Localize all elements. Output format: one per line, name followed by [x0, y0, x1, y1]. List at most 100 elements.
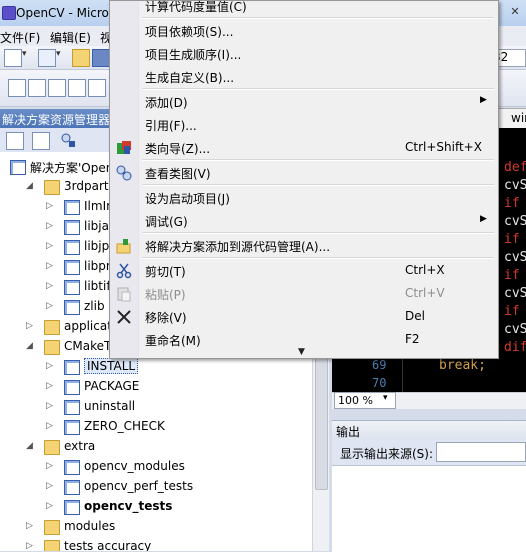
folder-icon: [44, 340, 60, 355]
collapsed-arrow-icon[interactable]: ▷: [46, 221, 53, 231]
tree-node[interactable]: ▷ uninstall: [0, 397, 312, 417]
collapsed-arrow-icon[interactable]: ▷: [46, 401, 53, 411]
context-menu-item-label: 添加(D): [145, 96, 188, 110]
code-line: if c: [504, 232, 526, 247]
context-menu-item[interactable]: 计算代码度量值(C): [110, 0, 498, 17]
paste-icon: [116, 286, 132, 302]
menu-file[interactable]: 文件(F): [0, 29, 40, 46]
context-menu-item-shortcut: F2: [405, 332, 420, 346]
project-icon: [64, 260, 80, 275]
context-menu-item[interactable]: 生成自定义(B)...: [110, 66, 498, 88]
project-icon: [64, 280, 80, 295]
collapsed-arrow-icon[interactable]: ▷: [46, 241, 53, 251]
zoom-select[interactable]: 100 % ▾: [334, 392, 396, 409]
class-view-icon[interactable]: [60, 132, 76, 148]
context-menu-item[interactable]: 设为启动项目(J): [110, 187, 498, 209]
context-menu-item[interactable]: 调试(G) ▶: [110, 210, 498, 232]
tree-node[interactable]: ▷ opencv_modules: [0, 457, 312, 477]
context-menu-item[interactable]: 剪切(T) Ctrl+X: [110, 260, 498, 282]
list-icon[interactable]: [48, 79, 66, 97]
tree-node[interactable]: ▷ INSTALL: [0, 357, 312, 377]
expanded-arrow-icon[interactable]: ◢: [26, 181, 33, 191]
output-title: 输出: [336, 425, 361, 439]
tree-node[interactable]: ▷ ZERO_CHECK: [0, 417, 312, 437]
expanded-arrow-icon[interactable]: ◢: [26, 441, 33, 451]
output-source-label: 显示输出来源(S):: [340, 447, 434, 461]
collapsed-arrow-icon[interactable]: ▷: [46, 501, 53, 511]
tree-node[interactable]: ▷ opencv_perf_tests: [0, 477, 312, 497]
output-source-select[interactable]: [436, 442, 526, 462]
tree-node-label: 解决方案'Open: [30, 161, 114, 175]
expanded-arrow-icon[interactable]: ◢: [26, 341, 33, 351]
menu-separator: [142, 184, 494, 186]
code-line: if c: [504, 268, 526, 283]
target-icon[interactable]: [28, 79, 46, 97]
collapsed-arrow-icon[interactable]: ▷: [26, 541, 33, 551]
context-menu-item[interactable]: 项目依赖项(S)...: [110, 20, 498, 42]
context-menu-item[interactable]: 类向导(Z)... Ctrl+Shift+X: [110, 137, 498, 159]
project-icon: [64, 220, 80, 235]
dropdown-arrow-icon[interactable]: ▾: [22, 49, 38, 65]
context-menu-item-label: 将解决方案添加到源代码管理(A)...: [145, 240, 331, 254]
context-menu-item-label: 生成自定义(B)...: [145, 71, 235, 85]
dropdown-arrow-icon[interactable]: ▾: [56, 49, 72, 65]
menu-separator: [142, 17, 494, 19]
output-header: 输出: [332, 420, 526, 440]
context-menu-item-label: 项目依赖项(S)...: [145, 25, 234, 39]
collapsed-arrow-icon[interactable]: ▷: [46, 421, 53, 431]
close-icon[interactable]: ✕: [508, 6, 522, 18]
scroll-down-arrow-icon[interactable]: ▼: [298, 347, 305, 357]
menu-separator: [142, 159, 494, 161]
format-icon[interactable]: [68, 79, 86, 97]
submenu-arrow-icon: ▶: [480, 214, 487, 224]
context-menu-item[interactable]: 引用(F)...: [110, 114, 498, 136]
collapsed-arrow-icon[interactable]: ▷: [46, 461, 53, 471]
tree-node[interactable]: ▷ tests accuracy: [0, 537, 312, 551]
collapsed-arrow-icon[interactable]: ▷: [26, 321, 33, 331]
tree-node[interactable]: ▷ PACKAGE: [0, 377, 312, 397]
tree-node-label: INSTALL: [84, 358, 139, 374]
context-menu-item[interactable]: 将解决方案添加到源代码管理(A)...: [110, 235, 498, 257]
project-icon: [64, 380, 80, 395]
add-item-icon[interactable]: [38, 49, 56, 67]
context-menu-item[interactable]: 添加(D) ▶: [110, 91, 498, 113]
tree-node[interactable]: ▷ opencv_tests: [0, 497, 312, 517]
project-icon: [64, 300, 80, 315]
context-menu-item-shortcut: Ctrl+Shift+X: [405, 140, 482, 154]
project-icon: [64, 500, 80, 515]
context-menu-item-shortcut: Del: [405, 309, 425, 323]
build-icon[interactable]: [8, 79, 26, 97]
new-project-icon[interactable]: [4, 49, 22, 67]
tree-node[interactable]: ◢ extra: [0, 437, 312, 457]
context-menu-item[interactable]: 查看类图(V): [110, 162, 498, 184]
collapsed-arrow-icon[interactable]: ▷: [46, 381, 53, 391]
context-menu-item-label: 查看类图(V): [145, 167, 211, 181]
context-menu-item-label: 调试(G): [145, 215, 188, 229]
text-icon[interactable]: [88, 79, 106, 97]
scissors-icon: [116, 263, 132, 279]
collapsed-arrow-icon[interactable]: ▷: [26, 521, 33, 531]
properties-icon[interactable]: [6, 132, 24, 150]
collapsed-arrow-icon[interactable]: ▷: [46, 281, 53, 291]
tree-node-label: extra: [64, 439, 96, 453]
open-folder-icon[interactable]: [72, 49, 90, 67]
collapsed-arrow-icon[interactable]: ▷: [46, 301, 53, 311]
context-menu-item-label: 计算代码度量值(C): [145, 0, 247, 14]
collapsed-arrow-icon[interactable]: ▷: [46, 481, 53, 491]
editor-tab[interactable]: win: [496, 108, 526, 130]
context-menu-item[interactable]: 项目生成顺序(I)...: [110, 43, 498, 65]
save-icon[interactable]: [92, 49, 110, 67]
collapsed-arrow-icon[interactable]: ▷: [46, 361, 53, 371]
collapsed-arrow-icon[interactable]: ▷: [46, 261, 53, 271]
menu-edit[interactable]: 编辑(E): [50, 29, 91, 46]
context-menu-item-label: 粘贴(P): [145, 288, 186, 302]
tree-node-label: opencv_tests: [84, 499, 173, 513]
output-pane[interactable]: [332, 465, 526, 552]
tree-node[interactable]: ▷ modules: [0, 517, 312, 537]
context-menu-item[interactable]: 移除(V) Del: [110, 306, 498, 328]
show-all-files-icon[interactable]: [32, 132, 50, 150]
editor-tab-label: win: [511, 111, 526, 125]
collapsed-arrow-icon[interactable]: ▷: [46, 201, 53, 211]
code-line: cvS: [504, 214, 526, 229]
tree-node-label: ZERO_CHECK: [84, 419, 165, 433]
